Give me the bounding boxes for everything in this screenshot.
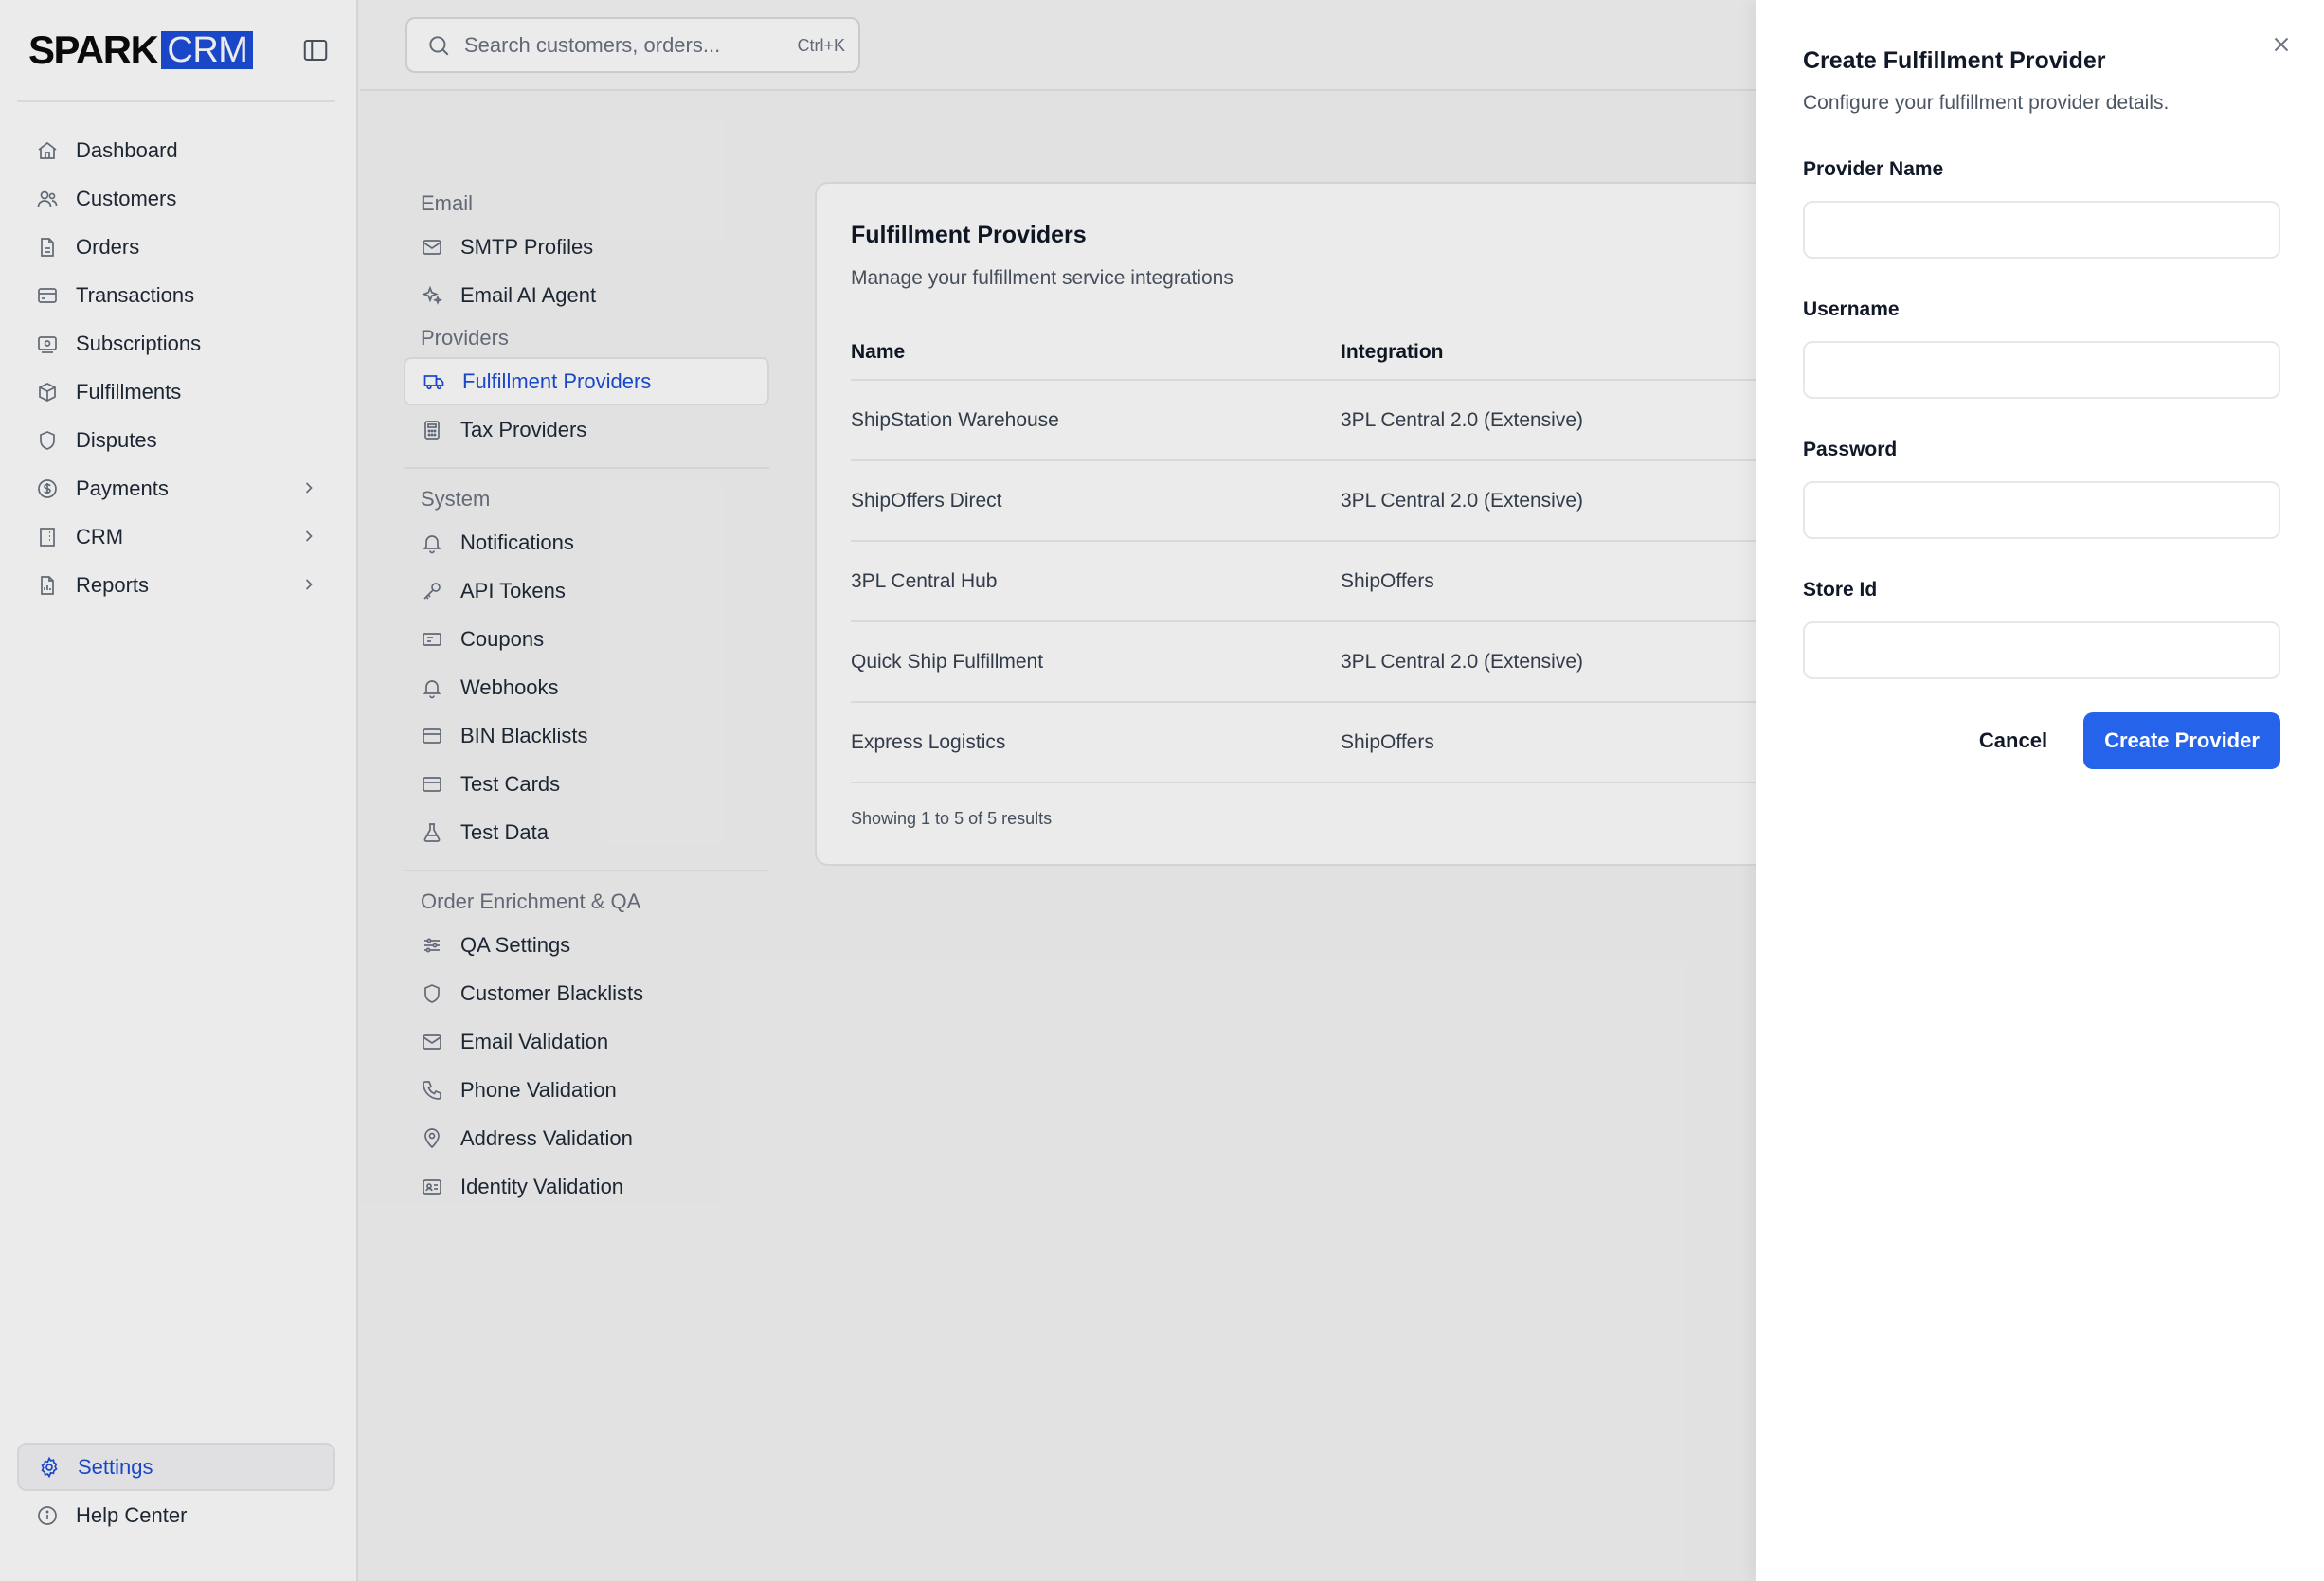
panel-subtitle: Configure your fulfillment provider deta…	[1803, 92, 2170, 114]
panel-title: Create Fulfillment Provider	[1803, 47, 2106, 74]
cancel-button[interactable]: Cancel	[1955, 712, 2072, 769]
modal-backdrop[interactable]	[0, 0, 1756, 1581]
provider-name-label: Provider Name	[1803, 158, 1944, 180]
create-provider-panel: Create Fulfillment Provider Configure yo…	[1756, 0, 2324, 1581]
password-label: Password	[1803, 439, 1898, 460]
username-label: Username	[1803, 298, 1900, 320]
create-provider-button[interactable]: Create Provider	[2083, 712, 2280, 769]
provider-name-input[interactable]	[1803, 201, 2280, 259]
close-icon[interactable]	[2269, 32, 2294, 57]
username-input[interactable]	[1803, 341, 2280, 399]
password-input[interactable]	[1803, 481, 2280, 539]
store-id-label: Store Id	[1803, 579, 1878, 601]
store-id-input[interactable]	[1803, 621, 2280, 679]
